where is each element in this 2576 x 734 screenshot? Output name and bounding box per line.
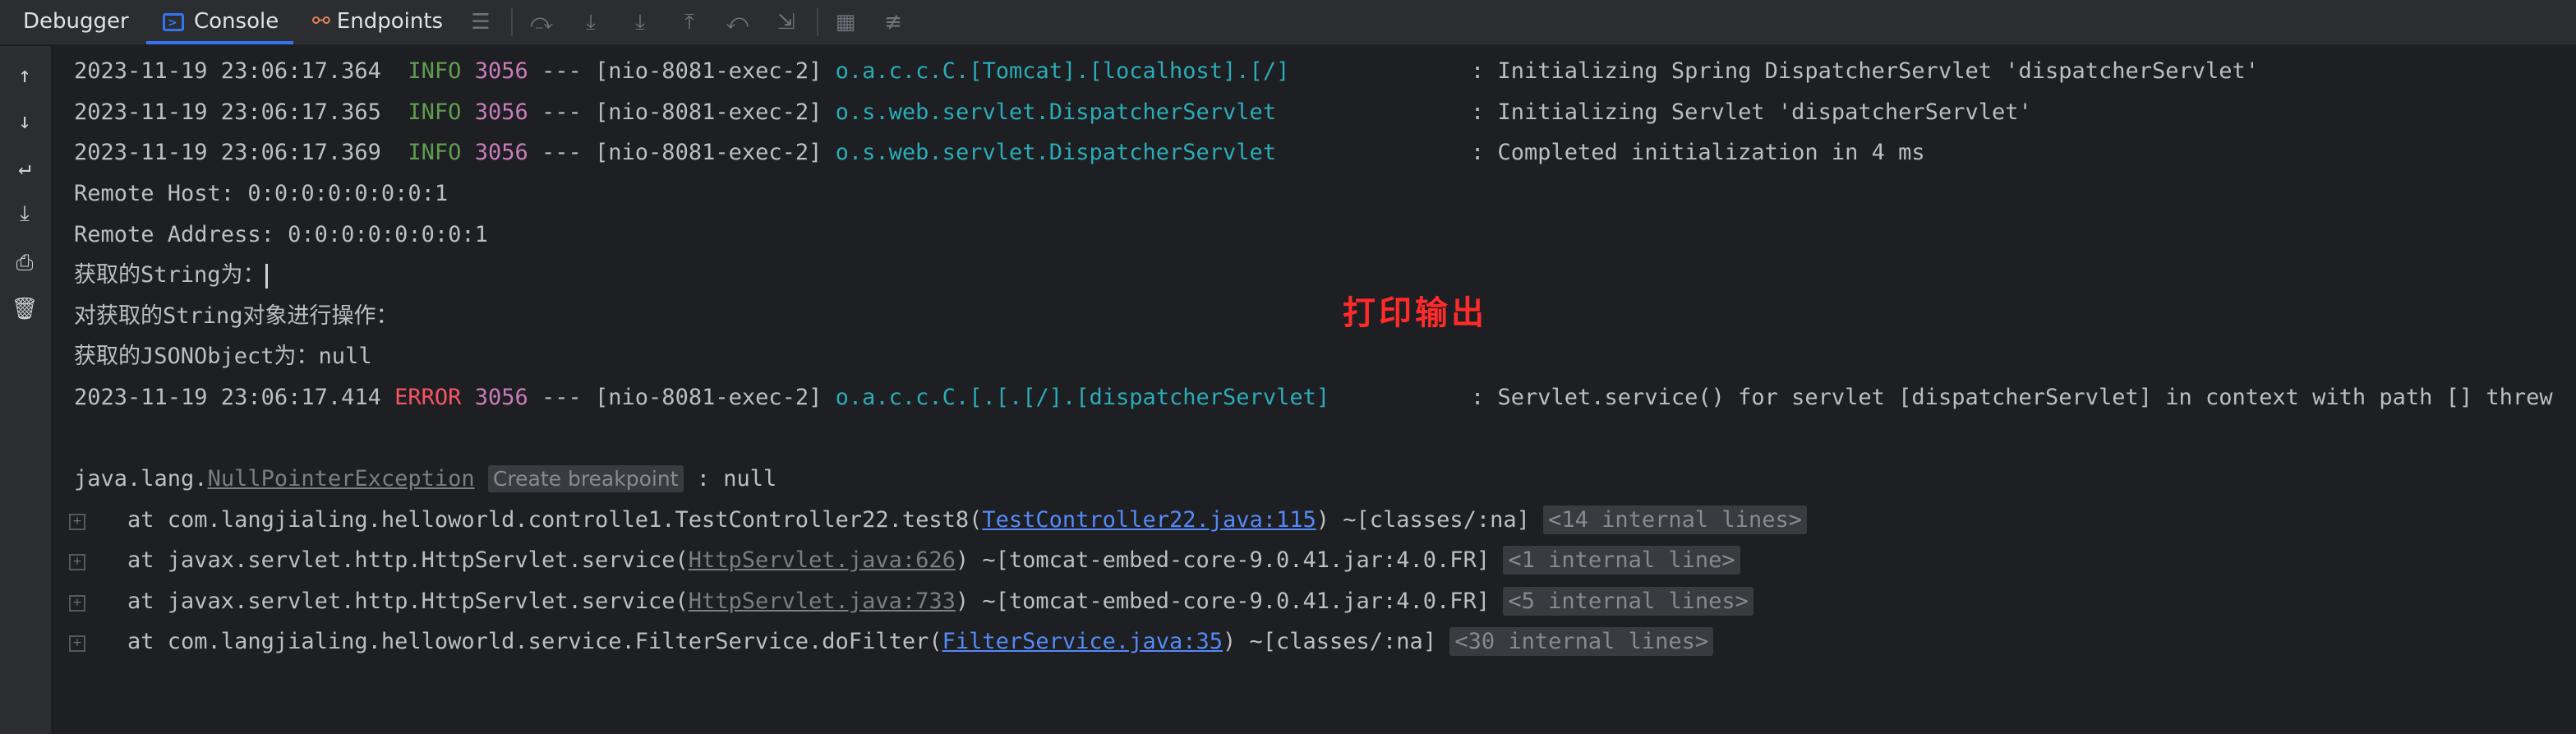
frame-rest: ) ~[classes/:na]	[1222, 629, 1450, 654]
run-to-cursor-icon[interactable]: ⇲	[772, 8, 800, 36]
log-thread: [nio-8081-exec-2]	[595, 58, 823, 84]
frame-text: at javax.servlet.http.HttpServlet.servic…	[74, 589, 689, 614]
print-output-annotation: 打印输出	[1343, 293, 1487, 332]
json-value-line: 获取的JSONObject为：null	[74, 344, 372, 369]
frame-source-link[interactable]: TestController22.java:115	[982, 507, 1316, 533]
force-step-into-icon[interactable]: ⤓	[626, 8, 654, 36]
exception-prefix: java.lang.	[74, 466, 208, 492]
endpoints-icon: ⚯	[312, 9, 330, 34]
stack-frame: + at com.langjialing.helloworld.controll…	[69, 505, 1807, 535]
log-line-error: 2023-11-19 23:06:17.414 ERROR 3056 --- […	[74, 383, 1329, 413]
expand-icon[interactable]: +	[69, 595, 85, 612]
toolbar-divider	[817, 8, 818, 36]
frame-source-link[interactable]: FilterService.java:35	[942, 629, 1223, 654]
step-into-icon[interactable]: ⤓	[577, 8, 605, 36]
toolbar-divider	[511, 8, 513, 36]
debug-toolbar: Debugger > Console ⚯ Endpoints ☰ ⤼ ⤓ ⤓ ⤒ ⤺…	[0, 0, 2576, 46]
string-operation-line: 对获取的String对象进行操作：	[74, 303, 399, 329]
log-thread: [nio-8081-exec-2]	[595, 99, 823, 125]
evaluate-icon[interactable]: ▦	[832, 8, 859, 36]
log-message: : Completed initialization in 4 ms	[1471, 140, 1925, 165]
log-level: ERROR	[394, 385, 462, 410]
soft-wrap-icon[interactable]: ↵	[10, 153, 39, 182]
log-message: : Initializing Spring DispatcherServlet …	[1471, 58, 2260, 84]
log-separator: ---	[541, 58, 582, 84]
frame-text: at javax.servlet.http.HttpServlet.servic…	[74, 547, 689, 573]
tab-console[interactable]: > Console	[146, 0, 294, 44]
exception-class-link[interactable]: NullPointerException	[208, 466, 475, 492]
step-over-icon[interactable]: ⤼	[528, 8, 555, 36]
print-icon[interactable]: ⎙	[10, 248, 39, 278]
log-logger: o.a.c.c.C.[.[.[/].[dispatcherServlet]	[835, 385, 1330, 410]
tab-debugger[interactable]: Debugger	[23, 0, 129, 44]
console-icon: >	[163, 12, 184, 31]
exception-line: java.lang.NullPointerException Create br…	[74, 464, 776, 494]
frame-rest: ) ~[classes/:na]	[1316, 507, 1544, 533]
step-out-icon[interactable]: ⤒	[675, 8, 703, 36]
arrow-up-icon[interactable]: ↑	[10, 61, 39, 90]
log-logger: o.s.web.servlet.DispatcherServlet	[835, 99, 1277, 125]
log-pid: 3056	[474, 140, 528, 165]
log-line: 2023-11-19 23:06:17.364 INFO 3056 --- [n…	[74, 57, 1289, 86]
log-timestamp: 2023-11-19 23:06:17.364	[74, 58, 381, 84]
tab-console-label: Console	[194, 9, 279, 34]
frame-rest: ) ~[tomcat-embed-core-9.0.41.jar:4.0.FR]	[955, 547, 1504, 573]
internal-lines-chip[interactable]: <5 internal lines>	[1503, 587, 1753, 616]
stack-frame: + at com.langjialing.helloworld.service.…	[69, 627, 1714, 657]
log-pid: 3056	[474, 99, 528, 125]
log-logger: o.s.web.servlet.DispatcherServlet	[835, 140, 1277, 165]
frame-rest: ) ~[tomcat-embed-core-9.0.41.jar:4.0.FR]	[955, 589, 1504, 614]
internal-lines-chip[interactable]: <1 internal line>	[1503, 546, 1740, 575]
create-breakpoint-button[interactable]: Create breakpoint	[487, 465, 684, 492]
console-side-toolbar: ↑ ↓ ↵ ⤓ ⎙ 🗑	[0, 46, 53, 734]
log-thread: [nio-8081-exec-2]	[595, 140, 823, 165]
frame-text: at com.langjialing.helloworld.controlle1…	[74, 507, 983, 533]
expand-icon[interactable]: +	[69, 635, 85, 652]
log-logger: o.a.c.c.C.[Tomcat].[localhost].[/]	[835, 58, 1290, 84]
log-level: INFO	[408, 140, 462, 165]
log-level: INFO	[408, 58, 462, 84]
string-value-label: 获取的String为：	[74, 262, 265, 288]
stack-frame: + at javax.servlet.http.HttpServlet.serv…	[69, 587, 1753, 616]
arrow-down-icon[interactable]: ↓	[10, 107, 39, 136]
log-separator: ---	[541, 385, 582, 410]
log-separator: ---	[541, 99, 582, 125]
string-value-line: 获取的String为：	[74, 261, 268, 290]
log-timestamp: 2023-11-19 23:06:17.365	[74, 99, 381, 125]
log-message: : Initializing Servlet 'dispatcherServle…	[1471, 99, 2032, 125]
expand-icon[interactable]: +	[69, 514, 85, 530]
frame-source-link[interactable]: HttpServlet.java:626	[689, 547, 956, 573]
log-timestamp: 2023-11-19 23:06:17.414	[74, 385, 381, 410]
internal-lines-chip[interactable]: <14 internal lines>	[1543, 505, 1807, 534]
stack-frame: + at javax.servlet.http.HttpServlet.serv…	[69, 546, 1740, 575]
internal-lines-chip[interactable]: <30 internal lines>	[1449, 627, 1714, 656]
tab-endpoints-label: Endpoints	[336, 9, 444, 34]
console-output[interactable]: 2023-11-19 23:06:17.364 INFO 3056 --- [n…	[53, 46, 2576, 734]
exception-message: : null	[683, 466, 777, 492]
remote-address-line: Remote Address: 0:0:0:0:0:0:0:1	[74, 222, 488, 247]
menu-icon[interactable]: ☰	[467, 8, 495, 36]
log-message: : Servlet.service() for servlet [dispatc…	[1471, 385, 2553, 410]
log-line: 2023-11-19 23:06:17.365 INFO 3056 --- [n…	[74, 98, 1276, 127]
trace-icon[interactable]: ≢	[879, 8, 907, 36]
frame-text: at com.langjialing.helloworld.service.Fi…	[74, 629, 942, 654]
log-pid: 3056	[474, 58, 528, 84]
tab-endpoints[interactable]: ⚯ Endpoints	[312, 0, 443, 44]
log-thread: [nio-8081-exec-2]	[595, 385, 823, 410]
expand-icon[interactable]: +	[69, 554, 85, 570]
log-separator: ---	[541, 140, 582, 165]
tab-debugger-label: Debugger	[23, 9, 129, 34]
log-line: 2023-11-19 23:06:17.369 INFO 3056 --- [n…	[74, 138, 1276, 168]
remote-host-line: Remote Host: 0:0:0:0:0:0:0:1	[74, 181, 449, 206]
drop-frame-icon[interactable]: ⤺	[723, 8, 751, 36]
frame-source-link[interactable]: HttpServlet.java:733	[689, 589, 956, 614]
log-level: INFO	[408, 99, 462, 125]
log-timestamp: 2023-11-19 23:06:17.369	[74, 140, 381, 165]
trash-icon[interactable]: 🗑	[10, 294, 39, 324]
scroll-to-end-icon[interactable]: ⤓	[10, 199, 39, 229]
log-pid: 3056	[474, 385, 528, 410]
text-cursor	[265, 263, 268, 289]
